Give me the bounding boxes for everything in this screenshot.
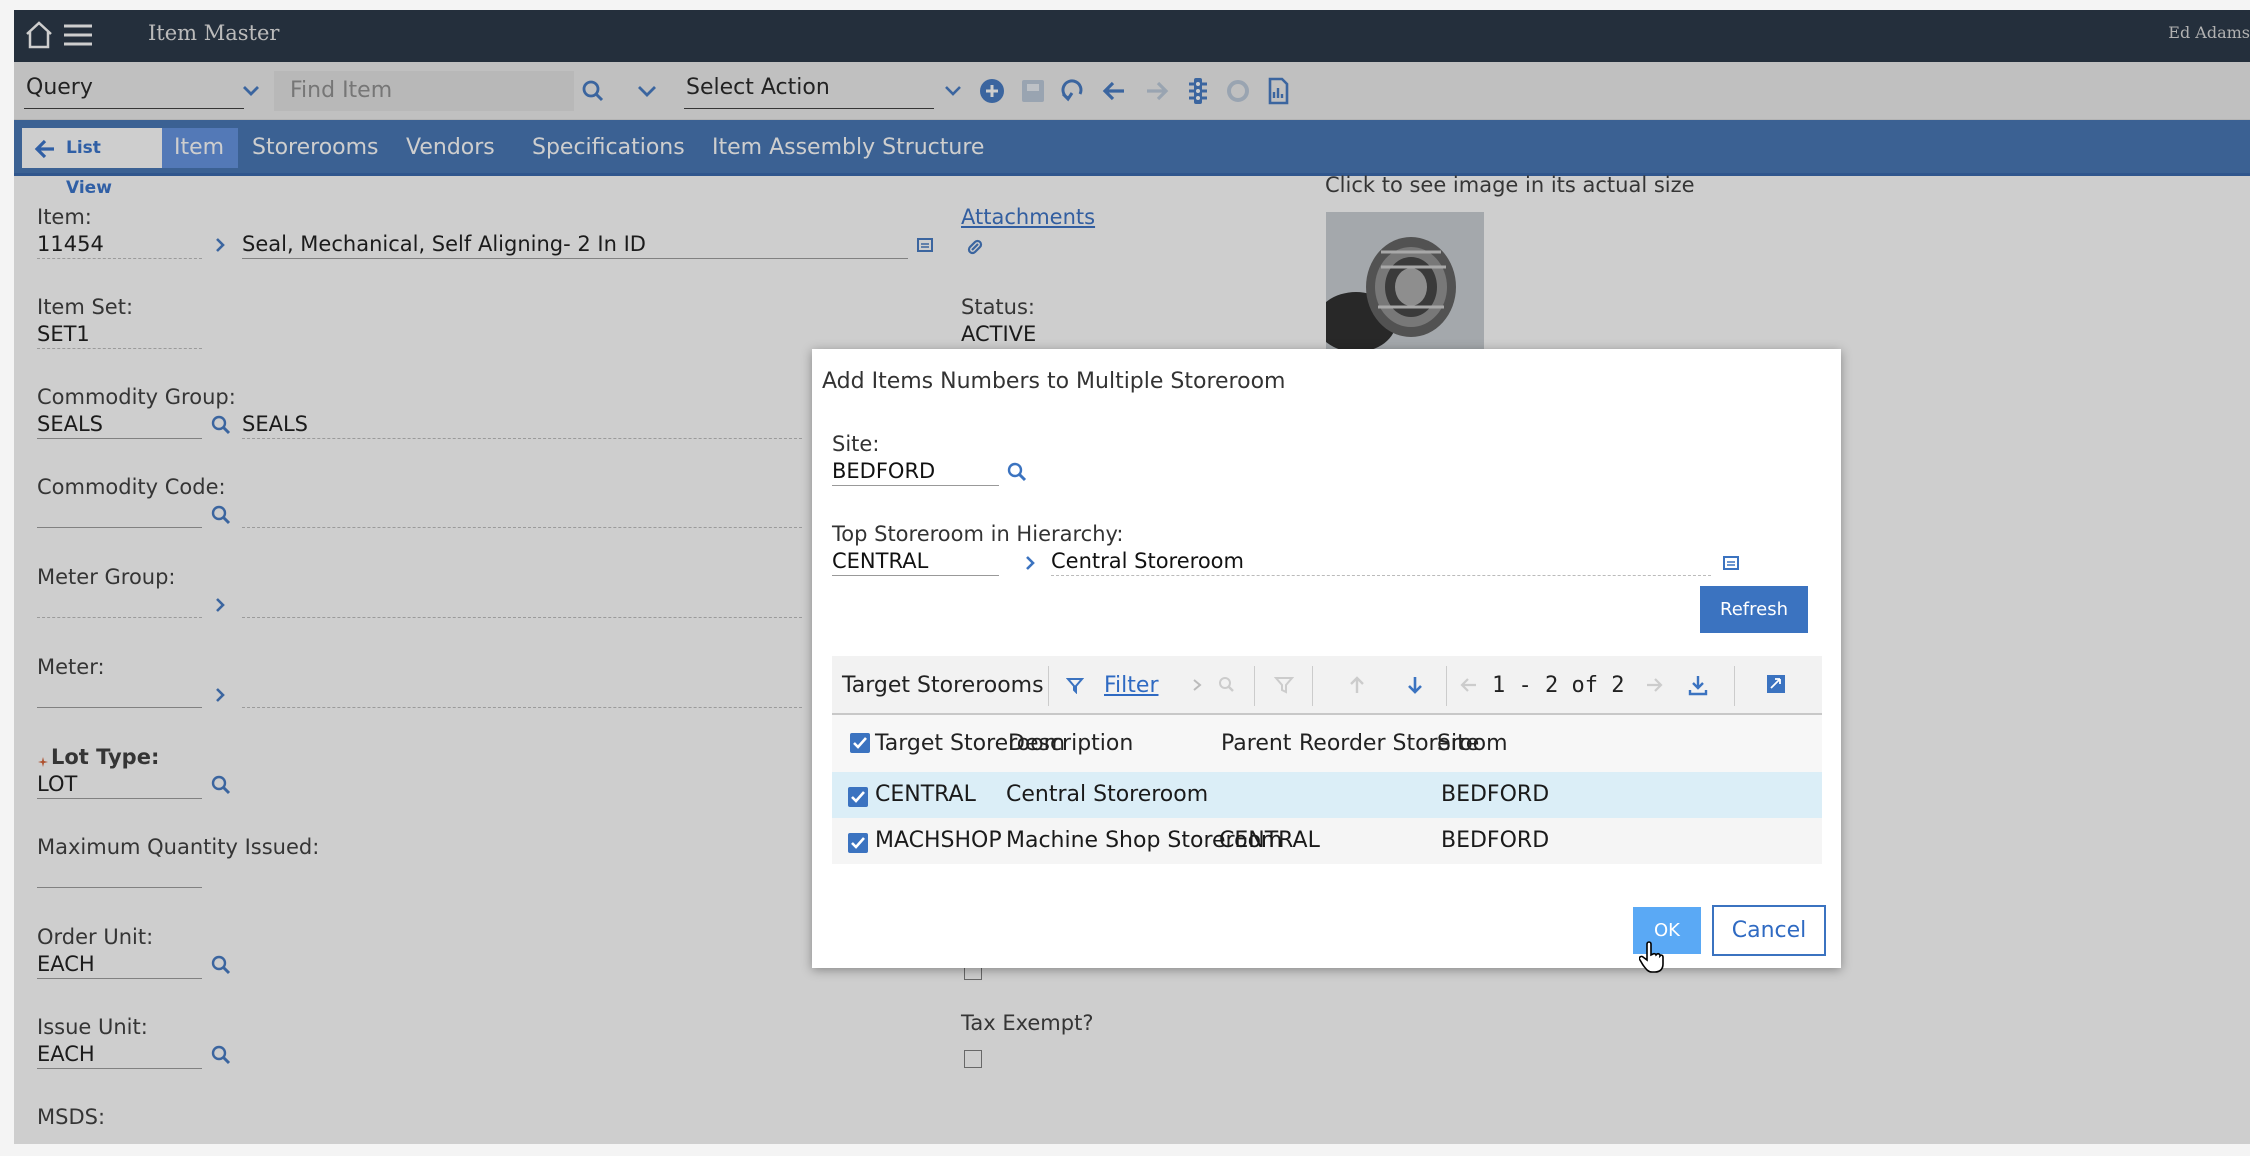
cell-storeroom: CENTRAL [875, 782, 976, 807]
col-site[interactable]: Site [1437, 715, 1479, 772]
cell-storeroom: MACHSHOP [875, 828, 1002, 853]
top-storeroom-label: Top Storeroom in Hierarchy: [832, 522, 1124, 546]
search-icon[interactable] [1216, 674, 1238, 696]
table-row[interactable]: CENTRAL Central Storeroom BEDFORD [832, 772, 1822, 818]
divider [1048, 666, 1049, 706]
dialog-title: Add Items Numbers to Multiple Storeroom [822, 369, 1286, 394]
divider [1446, 666, 1447, 706]
long-description-icon[interactable] [1722, 554, 1740, 572]
cell-parent: CENTRAL [1219, 828, 1320, 853]
table-row[interactable]: MACHSHOP Machine Shop Storeroom CENTRAL … [832, 818, 1822, 864]
cell-description: Central Storeroom [1006, 782, 1209, 807]
cell-site: BEDFORD [1441, 782, 1550, 807]
filter-icon[interactable] [1065, 676, 1085, 695]
divider [1254, 666, 1255, 706]
pagination-text: 1 - 2 of 2 [1492, 673, 1625, 698]
table-toolbar: Target Storerooms Filter 1 - 2 of 2 [832, 656, 1822, 715]
add-items-dialog: Add Items Numbers to Multiple Storeroom … [812, 349, 1841, 973]
top-storeroom-field[interactable]: CENTRAL [832, 547, 999, 576]
next-page-icon[interactable] [1644, 674, 1666, 696]
clear-filter-icon[interactable] [1273, 675, 1295, 695]
download-icon[interactable] [1686, 673, 1710, 697]
table-header-row: Target Storeroom Description Parent Reor… [832, 715, 1822, 772]
arrow-down-icon[interactable] [1404, 674, 1426, 696]
site-field[interactable]: BEDFORD [832, 457, 999, 486]
hand-cursor-icon [1638, 941, 1665, 973]
refresh-button[interactable]: Refresh [1700, 586, 1808, 633]
cell-site: BEDFORD [1441, 828, 1550, 853]
select-all-checkbox[interactable] [850, 733, 870, 753]
divider [1734, 666, 1735, 706]
arrow-up-icon[interactable] [1346, 674, 1368, 696]
filter-link[interactable]: Filter [1104, 656, 1158, 715]
cancel-button[interactable]: Cancel [1712, 905, 1826, 956]
app-window: Item Master Ed Adams Query Find Item Sel… [14, 10, 2250, 1144]
chevron-right-icon[interactable] [1020, 553, 1040, 573]
table-title: Target Storerooms [842, 673, 1044, 698]
col-description[interactable]: Description [1008, 715, 1133, 772]
search-icon[interactable] [1006, 461, 1028, 487]
top-storeroom-description: Central Storeroom [1051, 547, 1711, 576]
row-checkbox[interactable] [848, 787, 868, 807]
divider [1312, 666, 1313, 706]
prev-page-icon[interactable] [1457, 674, 1479, 696]
col-parent[interactable]: Parent [1221, 715, 1291, 772]
row-checkbox[interactable] [848, 833, 868, 853]
detail-menu-icon[interactable] [1766, 674, 1786, 694]
chevron-right-icon[interactable] [1188, 676, 1206, 694]
site-label: Site: [832, 432, 880, 456]
